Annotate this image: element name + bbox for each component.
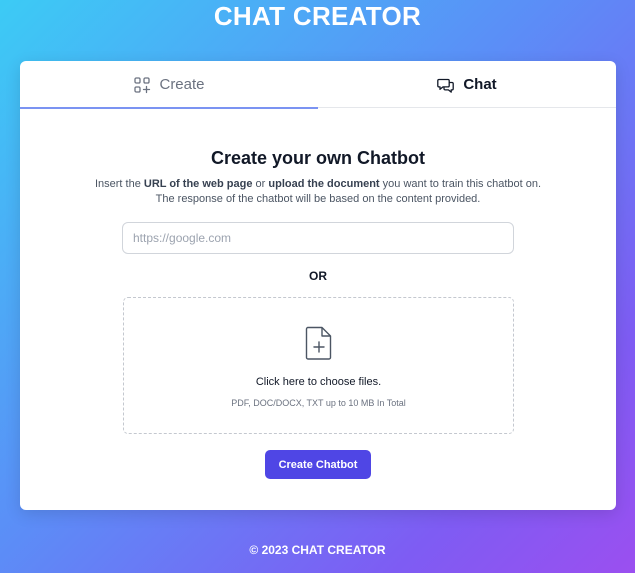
tab-create-label: Create (159, 76, 205, 93)
desc-or: or (252, 178, 269, 190)
desc-prefix: Insert the (94, 178, 144, 190)
chat-bubbles-icon (437, 78, 455, 93)
desc-url-emphasis: URL of the web page (143, 178, 253, 190)
file-plus-icon (305, 326, 332, 360)
tab-chat[interactable]: Chat (318, 61, 616, 108)
page-description: Insert the URL of the web page or upload… (90, 177, 546, 207)
app-title: CHAT CREATOR (213, 1, 422, 31)
desc-upload-emphasis: upload the document (268, 178, 380, 190)
grid-plus-icon (134, 76, 151, 93)
footer-copyright: © 2023 CHAT CREATOR (249, 543, 386, 557)
main-card: Create Chat Create your own Chatbot Inse… (20, 61, 616, 510)
tab-bar: Create Chat (20, 61, 616, 109)
dropzone-hint: PDF, DOC/DOCX, TXT up to 10 MB In Total (231, 398, 406, 408)
create-chatbot-button[interactable]: Create Chatbot (265, 450, 371, 479)
tab-chat-label: Chat (463, 76, 497, 93)
tab-create[interactable]: Create (20, 61, 318, 109)
file-dropzone[interactable]: Click here to choose files. PDF, DOC/DOC… (123, 297, 514, 434)
dropzone-label: Click here to choose files. (255, 376, 382, 388)
page-heading: Create your own Chatbot (210, 148, 425, 168)
url-input[interactable] (122, 222, 514, 254)
or-divider-label: OR (309, 269, 327, 283)
